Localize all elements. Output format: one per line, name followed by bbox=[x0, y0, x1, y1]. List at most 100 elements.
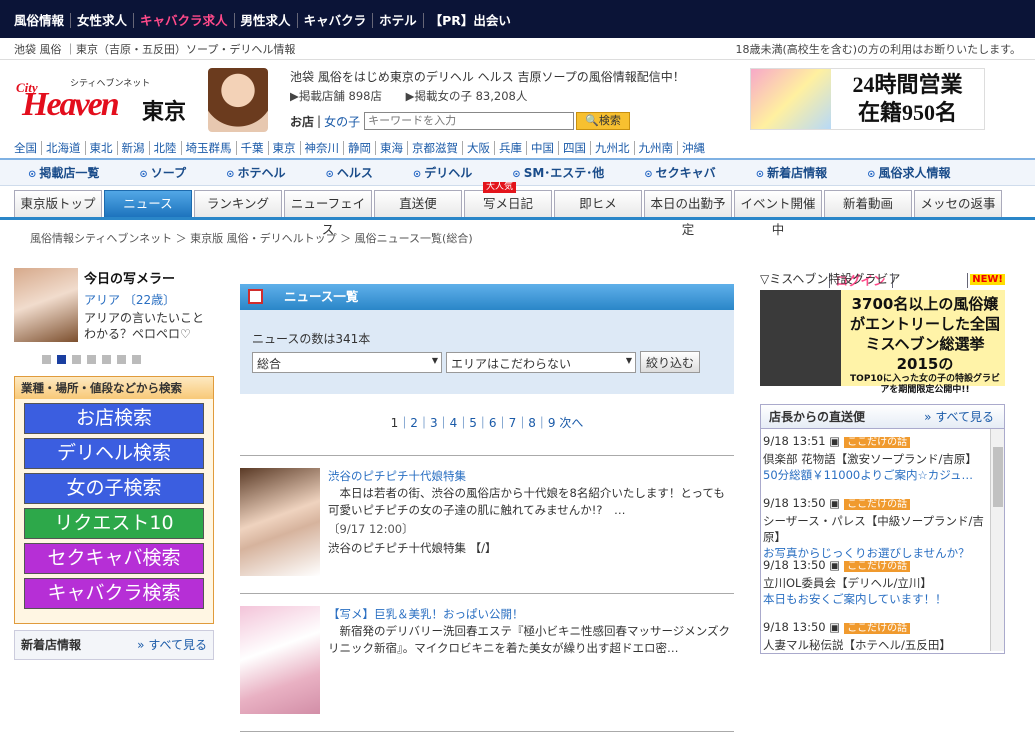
direct-mail-line[interactable]: 50分総額￥11000よりご案内☆カジュ… bbox=[763, 467, 984, 483]
carousel-dot[interactable] bbox=[87, 355, 96, 364]
tab-item[interactable]: ニューフェイス bbox=[284, 190, 372, 237]
category-link[interactable]: ⊙ 掲載店一覧 bbox=[28, 164, 119, 181]
area-link[interactable]: 千葉 bbox=[235, 141, 268, 155]
news-thumbnail[interactable] bbox=[240, 606, 320, 714]
area-link[interactable]: 九州南 bbox=[633, 141, 677, 155]
site-logo[interactable]: City Heaven シティヘブンネット 東京 bbox=[14, 74, 194, 125]
area-link[interactable]: 中国 bbox=[526, 141, 558, 155]
carousel-dot[interactable] bbox=[102, 355, 111, 364]
search-input[interactable] bbox=[364, 112, 575, 130]
carousel-dot[interactable] bbox=[72, 355, 81, 364]
genre-select[interactable]: 総合 bbox=[252, 351, 442, 373]
shop-name[interactable]: 倶楽部 花物語【激安ソープランド/吉原】 bbox=[763, 451, 984, 467]
top-nav-link[interactable]: 女性求人 bbox=[70, 12, 134, 28]
photo-pickup[interactable]: 今日の写メラー アリア 〔22歳〕 アリアの言いたいことわかる？ペロペロ♡ bbox=[14, 268, 214, 342]
search-button[interactable]: 🔍検索 bbox=[576, 112, 631, 130]
search-mode-girl[interactable]: 女の子 bbox=[324, 113, 360, 130]
tab-item[interactable]: 即ヒメ bbox=[554, 190, 642, 217]
direct-more-link[interactable]: » すべて見る bbox=[924, 405, 994, 428]
shop-name[interactable]: シーザース・パレス【中級ソープランド/吉原】 bbox=[763, 513, 984, 545]
category-link[interactable]: ⊙ 風俗求人情報 bbox=[867, 164, 970, 181]
category-link[interactable]: ⊙ ソープ bbox=[139, 164, 206, 181]
filter-button[interactable]: 絞り込む bbox=[640, 351, 701, 373]
category-link[interactable]: ⊙ デリヘル bbox=[413, 164, 492, 181]
news-item[interactable]: 【写メ】巨乳＆美乳！おっぱい公開！ 新宿発のデリバリー洗回春エステ『極小ビキニ性… bbox=[240, 594, 734, 732]
category-link[interactable]: ⊙ SM･エステ･他 bbox=[512, 164, 624, 181]
carousel-dot[interactable] bbox=[132, 355, 141, 364]
top-nav-link[interactable]: 男性求人 bbox=[233, 12, 297, 28]
area-link[interactable]: 大阪 bbox=[462, 141, 494, 155]
news-title[interactable]: 【写メ】巨乳＆美乳！おっぱい公開！ bbox=[328, 606, 734, 623]
area-link[interactable]: 北陸 bbox=[148, 141, 181, 155]
category-link[interactable]: ⊙ ホテヘル bbox=[226, 164, 305, 181]
tab-item[interactable]: メッセの返事 bbox=[914, 190, 1002, 217]
top-nav-link[interactable]: ホテル bbox=[372, 12, 423, 28]
area-link[interactable]: 沖縄 bbox=[677, 141, 709, 155]
next-page-link[interactable]: 次へ bbox=[556, 416, 583, 430]
search-mode-shop[interactable]: お店 bbox=[290, 113, 314, 130]
area-link[interactable]: 全国 bbox=[14, 141, 41, 155]
category-link[interactable]: ⊙ セクキャバ bbox=[644, 164, 735, 181]
scrollbar[interactable] bbox=[990, 429, 1004, 651]
news-thumbnail[interactable] bbox=[240, 468, 320, 576]
area-link[interactable]: 静岡 bbox=[343, 141, 375, 155]
tab-item[interactable]: ランキング bbox=[194, 190, 282, 217]
page-link[interactable]: 8 bbox=[528, 416, 536, 430]
search-category-button[interactable]: キャバクラ検索 bbox=[24, 578, 204, 609]
top-nav-link[interactable]: キャバクラ bbox=[296, 12, 373, 28]
tab-item[interactable]: 東京版トップ bbox=[14, 190, 102, 217]
shop-name[interactable]: 人妻マル秘伝説【ホテヘル/五反田】 bbox=[763, 637, 984, 651]
category-link[interactable]: ⊙ 新着店情報 bbox=[756, 164, 847, 181]
scroll-thumb[interactable] bbox=[993, 447, 1003, 507]
area-link[interactable]: 新潟 bbox=[116, 141, 149, 155]
area-select[interactable]: エリアはこだわらない bbox=[446, 351, 636, 373]
camera-icon: ▣ bbox=[825, 558, 841, 572]
search-category-button[interactable]: お店検索 bbox=[24, 403, 204, 434]
page-link[interactable]: 6 bbox=[489, 416, 497, 430]
area-link[interactable]: 北海道 bbox=[41, 141, 85, 155]
news-item[interactable]: 渋谷のピチピチ十代娘特集 本日は若者の街、渋谷の風俗店から十代娘を8名紹介いたし… bbox=[240, 456, 734, 594]
top-nav-link[interactable]: 風俗情報 bbox=[14, 13, 70, 28]
area-link[interactable]: 東京 bbox=[267, 141, 300, 155]
area-link[interactable]: 東北 bbox=[84, 141, 117, 155]
area-link[interactable]: 九州北 bbox=[590, 141, 634, 155]
direct-mail-item[interactable]: 9/18 13:50 ▣ ここだけの話 人妻マル秘伝説【ホテヘル/五反田】 bbox=[763, 617, 1004, 651]
carousel-dot[interactable] bbox=[117, 355, 126, 364]
search-category-button[interactable]: デリヘル検索 bbox=[24, 438, 204, 469]
direct-mail-item[interactable]: 9/18 13:50 ▣ ここだけの話 シーザース・パレス【中級ソープランド/吉原】… bbox=[763, 493, 1004, 560]
pickup-name[interactable]: アリア 〔22歳〕 bbox=[84, 291, 212, 308]
area-link[interactable]: 東海 bbox=[375, 141, 407, 155]
page-link[interactable]: 3 bbox=[430, 416, 438, 430]
page-link[interactable]: 9 bbox=[548, 416, 556, 430]
area-link[interactable]: 埼玉群馬 bbox=[180, 141, 236, 155]
shop-name[interactable]: 立川OL委員会【デリヘル/立川】 bbox=[763, 575, 984, 591]
search-category-button[interactable]: 女の子検索 bbox=[24, 473, 204, 504]
tab-item[interactable]: 本日の出勤予定 bbox=[644, 190, 732, 237]
top-nav-link[interactable]: キャバクラ求人 bbox=[133, 12, 234, 28]
header-ad-banner[interactable]: 24時間営業 在籍950名 bbox=[750, 68, 985, 130]
carousel-dot[interactable] bbox=[57, 355, 66, 364]
search-category-button[interactable]: リクエスト10 bbox=[24, 508, 204, 539]
category-link[interactable]: ⊙ ヘルス bbox=[325, 164, 392, 181]
news-title[interactable]: 渋谷のピチピチ十代娘特集 bbox=[328, 468, 734, 485]
page-link[interactable]: 5 bbox=[469, 416, 477, 430]
area-link[interactable]: 四国 bbox=[558, 141, 590, 155]
area-link[interactable]: 神奈川 bbox=[299, 141, 343, 155]
area-link[interactable]: 兵庫 bbox=[494, 141, 526, 155]
pickup-girl-image[interactable] bbox=[14, 268, 78, 342]
tab-item[interactable]: 新着動画 bbox=[824, 190, 912, 217]
new-shops-more-link[interactable]: » すべて見る bbox=[137, 631, 207, 659]
page-link[interactable]: 2 bbox=[410, 416, 418, 430]
tab-item[interactable]: 直送便 bbox=[374, 190, 462, 217]
tab-item[interactable]: イベント開催中 bbox=[734, 190, 822, 237]
search-category-button[interactable]: セクキャバ検索 bbox=[24, 543, 204, 574]
carousel-dot[interactable] bbox=[42, 355, 51, 364]
top-nav-link[interactable]: 【PR】出会い bbox=[422, 12, 517, 28]
tab-item[interactable]: 写メ日記 大人気 bbox=[464, 182, 552, 217]
area-link[interactable]: 京都滋賀 bbox=[407, 141, 462, 155]
tab-item[interactable]: ニュース bbox=[104, 190, 192, 217]
direct-mail-line[interactable]: 本日もお安くご案内しています！！ bbox=[763, 591, 984, 607]
direct-mail-item[interactable]: 9/18 13:51 ▣ ここだけの話 倶楽部 花物語【激安ソープランド/吉原】 50… bbox=[763, 431, 1004, 493]
miss-heaven-banner[interactable]: 3700名以上の風俗嬢がエントリーした全国ミスヘブン総選挙2015の TOP10… bbox=[760, 290, 1005, 395]
direct-mail-item[interactable]: 9/18 13:50 ▣ ここだけの話 立川OL委員会【デリヘル/立川】 本日もお安く… bbox=[763, 555, 1004, 617]
